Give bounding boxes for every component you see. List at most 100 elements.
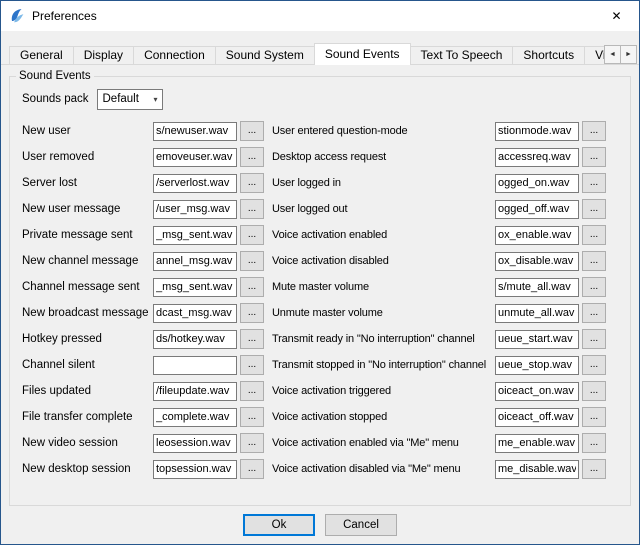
sound-file-input[interactable]	[495, 148, 579, 167]
sound-file-input[interactable]	[153, 408, 237, 427]
sound-file-input[interactable]	[495, 122, 579, 141]
browse-button[interactable]: ...	[582, 147, 606, 167]
browse-button[interactable]: ...	[582, 459, 606, 479]
sound-event-row: Voice activation stopped ...	[272, 404, 606, 430]
browse-button[interactable]: ...	[240, 121, 264, 141]
sound-event-label: User entered question-mode	[272, 125, 495, 137]
browse-button[interactable]: ...	[582, 251, 606, 271]
sound-events-group: Sound Events Sounds pack Default ▾ New u…	[9, 70, 631, 506]
browse-button[interactable]: ...	[240, 459, 264, 479]
sound-file-input[interactable]	[495, 252, 579, 271]
tab-scroll-left-icon[interactable]: ◄	[604, 45, 621, 64]
sound-file-input[interactable]	[495, 200, 579, 219]
browse-button[interactable]: ...	[582, 121, 606, 141]
browse-button[interactable]: ...	[240, 381, 264, 401]
browse-button[interactable]: ...	[240, 303, 264, 323]
sound-file-input[interactable]	[153, 304, 237, 323]
browse-button[interactable]: ...	[240, 407, 264, 427]
tab[interactable]: Sound Events	[314, 43, 411, 65]
sounds-pack-select[interactable]: Default ▾	[97, 89, 163, 110]
browse-button[interactable]: ...	[240, 433, 264, 453]
browse-button[interactable]: ...	[582, 173, 606, 193]
sound-file-input[interactable]	[153, 122, 237, 141]
sound-event-label: Desktop access request	[272, 151, 495, 163]
sound-event-row: Hotkey pressed ...	[22, 326, 264, 352]
close-button[interactable]: ✕	[594, 1, 639, 31]
sound-event-label: Unmute master volume	[272, 307, 495, 319]
sound-event-label: User removed	[22, 151, 153, 163]
browse-button[interactable]: ...	[240, 277, 264, 297]
browse-button[interactable]: ...	[582, 303, 606, 323]
sound-event-label: New user	[22, 125, 153, 137]
sound-file-input[interactable]	[153, 434, 237, 453]
browse-button[interactable]: ...	[240, 251, 264, 271]
sound-file-input[interactable]	[153, 356, 237, 375]
window-title: Preferences	[32, 9, 97, 23]
browse-button[interactable]: ...	[582, 355, 606, 375]
sound-file-input[interactable]	[495, 226, 579, 245]
preferences-window: Preferences ✕ General Display Connection…	[0, 0, 640, 545]
tab-strip: General Display Connection Sound System …	[9, 43, 639, 65]
sound-event-row: Channel silent ...	[22, 352, 264, 378]
tab[interactable]: Display	[73, 46, 134, 65]
chevron-down-icon: ▾	[153, 95, 157, 104]
sound-file-input[interactable]	[495, 434, 579, 453]
sound-event-label: Voice activation disabled	[272, 255, 495, 267]
browse-button[interactable]: ...	[240, 173, 264, 193]
sound-file-input[interactable]	[495, 330, 579, 349]
sound-file-input[interactable]	[495, 356, 579, 375]
sounds-pack-row: Sounds pack Default ▾	[22, 88, 630, 110]
sound-events-grid: New user ... User removed ... Server los…	[10, 110, 630, 482]
sound-event-label: Voice activation enabled via "Me" menu	[272, 437, 495, 449]
sound-event-row: Files updated ...	[22, 378, 264, 404]
tab[interactable]: Text To Speech	[410, 46, 514, 65]
sound-event-row: File transfer complete ...	[22, 404, 264, 430]
sound-event-row: Unmute master volume ...	[272, 300, 606, 326]
sound-event-label: Voice activation disabled via "Me" menu	[272, 463, 495, 475]
browse-button[interactable]: ...	[240, 329, 264, 349]
cancel-button[interactable]: Cancel	[325, 514, 397, 536]
sound-file-input[interactable]	[495, 382, 579, 401]
browse-button[interactable]: ...	[582, 199, 606, 219]
tab-bar: General Display Connection Sound System …	[1, 43, 639, 65]
browse-button[interactable]: ...	[582, 407, 606, 427]
browse-button[interactable]: ...	[582, 225, 606, 245]
tab-scroll-arrows: ◄ ►	[604, 45, 637, 64]
browse-button[interactable]: ...	[582, 381, 606, 401]
sound-file-input[interactable]	[153, 330, 237, 349]
sound-file-input[interactable]	[153, 200, 237, 219]
browse-button[interactable]: ...	[240, 355, 264, 375]
tab[interactable]: Sound System	[215, 46, 315, 65]
browse-button[interactable]: ...	[240, 147, 264, 167]
browse-button[interactable]: ...	[582, 329, 606, 349]
sound-event-label: New channel message	[22, 255, 153, 267]
ok-button[interactable]: Ok	[243, 514, 315, 536]
sound-event-row: User removed ...	[22, 144, 264, 170]
sound-file-input[interactable]	[153, 278, 237, 297]
sound-file-input[interactable]	[153, 382, 237, 401]
sound-file-input[interactable]	[153, 460, 237, 479]
tab[interactable]: Shortcuts	[512, 46, 585, 65]
tab-scroll-right-icon[interactable]: ►	[620, 45, 637, 64]
sound-file-input[interactable]	[495, 408, 579, 427]
tab[interactable]: General	[9, 46, 74, 65]
sound-event-row: New desktop session ...	[22, 456, 264, 482]
sound-event-label: New video session	[22, 437, 153, 449]
browse-button[interactable]: ...	[582, 277, 606, 297]
sound-file-input[interactable]	[495, 174, 579, 193]
tab[interactable]: Connection	[133, 46, 216, 65]
sound-file-input[interactable]	[153, 174, 237, 193]
sound-file-input[interactable]	[495, 460, 579, 479]
sound-event-row: Voice activation enabled via "Me" menu .…	[272, 430, 606, 456]
sound-event-label: File transfer complete	[22, 411, 153, 423]
browse-button[interactable]: ...	[582, 433, 606, 453]
sound-event-label: Mute master volume	[272, 281, 495, 293]
browse-button[interactable]: ...	[240, 225, 264, 245]
sound-file-input[interactable]	[495, 304, 579, 323]
sound-file-input[interactable]	[153, 226, 237, 245]
browse-button[interactable]: ...	[240, 199, 264, 219]
sound-file-input[interactable]	[153, 148, 237, 167]
sound-file-input[interactable]	[153, 252, 237, 271]
sound-event-row: Server lost ...	[22, 170, 264, 196]
sound-file-input[interactable]	[495, 278, 579, 297]
